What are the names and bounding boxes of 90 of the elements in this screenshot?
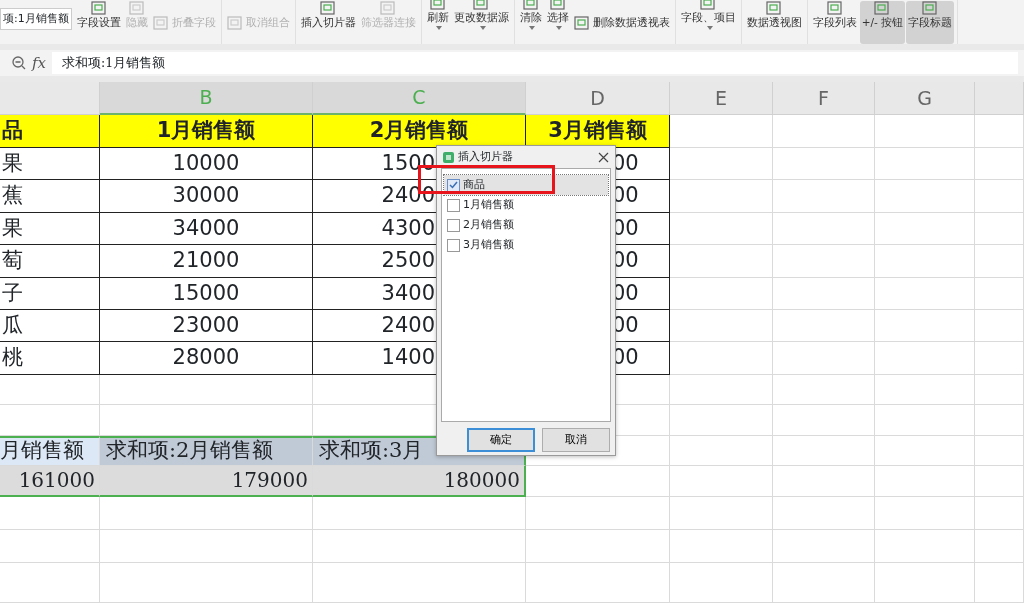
ribbon-button[interactable]: 数据透视图 (744, 1, 804, 44)
checkbox[interactable] (447, 178, 460, 192)
table-cell: 月销售额 (0, 435, 100, 466)
column-header[interactable]: F (773, 82, 875, 115)
table-cell: 瓜 (0, 309, 100, 343)
ribbon-button[interactable]: +/- 按钮 (859, 1, 906, 44)
ribbon-button[interactable]: 刷新 (424, 0, 451, 44)
ribbon-button[interactable]: 删除数据透视表 (571, 15, 672, 44)
name-box[interactable]: 项:1月销售额 (0, 8, 72, 30)
ribbon-button[interactable]: 选择 (544, 0, 571, 44)
ribbon-icon (700, 0, 717, 11)
table-cell: 蕉 (0, 180, 100, 213)
dialog-title: 插入切片器 (458, 148, 514, 165)
checkbox[interactable] (447, 218, 460, 232)
caret-icon (436, 26, 444, 31)
table-cell: 子 (0, 277, 100, 310)
ribbon-icon (549, 0, 566, 11)
empty-cell (975, 115, 1024, 148)
table-cell: 23000 (100, 309, 313, 343)
dialog-button[interactable]: 确定 (467, 428, 535, 452)
ribbon-icon (128, 1, 145, 16)
caret-icon (556, 26, 564, 31)
table-cell: 15000 (100, 277, 313, 310)
field-label: 1月销售额 (463, 196, 514, 213)
column-header[interactable]: D (526, 82, 670, 115)
checkbox[interactable] (447, 238, 460, 252)
app-icon (443, 151, 454, 163)
dialog-button[interactable]: 取消 (542, 428, 610, 452)
formula-field[interactable]: 求和项:1月销售额 (52, 52, 1018, 74)
empty-cell (975, 465, 1024, 497)
empty-cell (975, 404, 1024, 436)
table-cell: 品 (0, 115, 100, 148)
empty-cell (975, 309, 1024, 343)
empty-cell (975, 245, 1024, 278)
ribbon-button[interactable]: 字段、项目 (678, 0, 738, 44)
empty-cell (975, 277, 1024, 310)
table-cell: 1月销售额 (100, 115, 313, 148)
zoom-out-icon (12, 56, 26, 70)
column-header[interactable]: G (875, 82, 975, 115)
ribbon-icon (152, 16, 169, 31)
ribbon-icon (473, 0, 490, 11)
ribbon-icon (766, 1, 783, 16)
table-cell: 179000 (100, 465, 313, 497)
ribbon-button[interactable]: 字段标题 (906, 1, 955, 44)
caret-icon (479, 26, 487, 31)
empty-cell (975, 374, 1024, 405)
ribbon-icon (380, 1, 397, 16)
empty-cell (975, 180, 1024, 213)
table-cell: 30000 (100, 180, 313, 213)
table-cell: 21000 (100, 245, 313, 278)
table-cell: 34000 (100, 212, 313, 246)
table-cell: 180000 (313, 465, 526, 497)
ribbon-button[interactable]: 字段设置 (74, 1, 123, 44)
column-header[interactable]: E (670, 82, 773, 115)
ribbon-icon (874, 1, 891, 16)
checkbox[interactable] (447, 198, 460, 212)
ribbon-button[interactable]: 清除 (517, 0, 544, 44)
table-cell: 求和项:2月销售额 (100, 435, 313, 466)
ribbon-button[interactable]: 更改数据源 (451, 0, 511, 44)
function-label[interactable]: fx (32, 51, 46, 75)
table-cell: 161000 (0, 465, 100, 497)
empty-cell (975, 435, 1024, 466)
table-cell: 2月销售额 (313, 115, 526, 148)
table-cell: 28000 (100, 342, 313, 375)
ribbon-button[interactable]: 字段列表 (810, 1, 859, 44)
ribbon-icon (429, 0, 446, 11)
empty-cell (975, 212, 1024, 246)
field-label: 2月销售额 (463, 216, 514, 233)
caret-icon (706, 26, 714, 31)
caret-icon (529, 26, 537, 31)
table-cell: 果 (0, 212, 100, 246)
ribbon-icon (522, 0, 539, 11)
empty-cell (975, 342, 1024, 375)
table-cell: 桃 (0, 342, 100, 375)
ribbon-icon (573, 16, 590, 31)
ribbon-icon (320, 1, 337, 16)
ribbon-icon (226, 16, 243, 31)
ribbon-icon (90, 1, 107, 16)
ribbon-icon (922, 1, 939, 16)
table-cell: 3月销售额 (526, 115, 670, 148)
ribbon-icon (826, 1, 843, 16)
ribbon-button[interactable]: 插入切片器 (298, 1, 358, 44)
empty-cell (975, 496, 1024, 530)
empty-cell (975, 529, 1024, 563)
table-cell: 10000 (100, 148, 313, 181)
empty-cell (975, 148, 1024, 181)
table-cell: 果 (0, 148, 100, 181)
close-icon[interactable] (598, 151, 609, 163)
table-cell: 萄 (0, 245, 100, 278)
empty-cell (975, 562, 1024, 603)
